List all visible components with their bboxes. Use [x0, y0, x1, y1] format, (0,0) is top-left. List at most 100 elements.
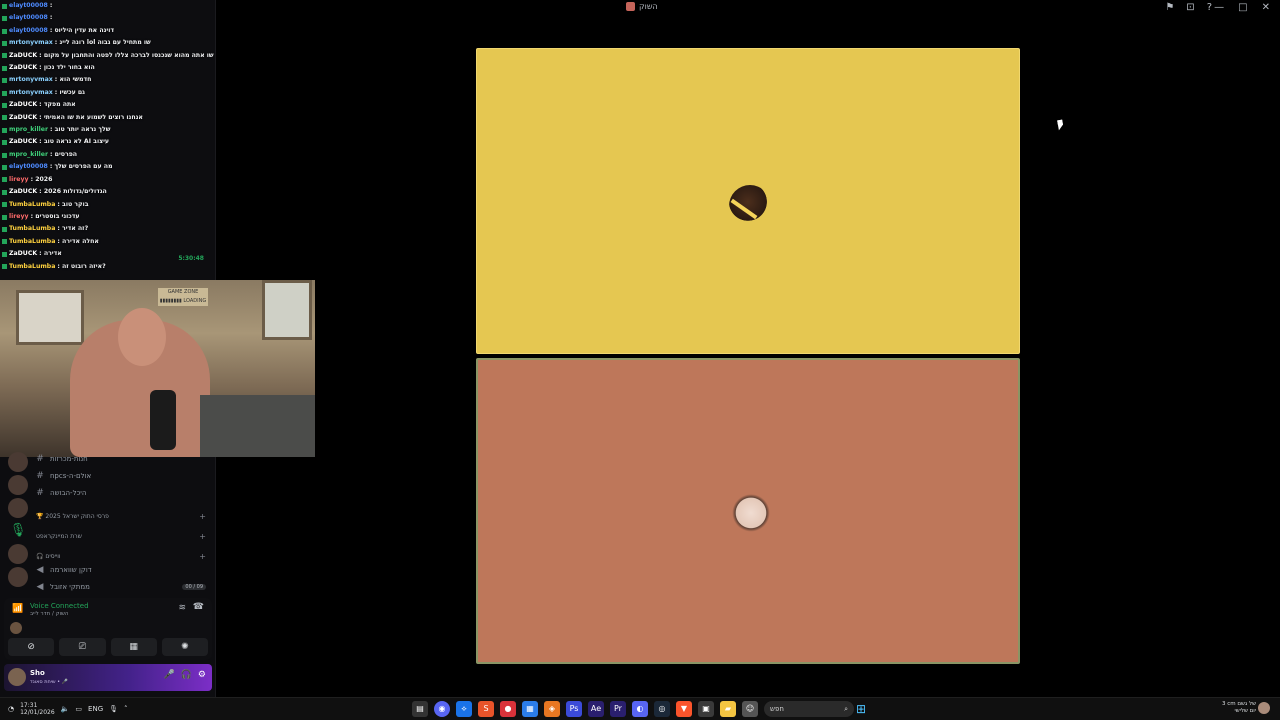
- soundboard-button[interactable]: ✺: [161, 638, 208, 656]
- avatar[interactable]: [8, 668, 26, 686]
- category-header[interactable]: שרת המיינקראפט +: [36, 530, 206, 542]
- disconnect-icon[interactable]: ☎: [193, 602, 204, 612]
- chat-username[interactable]: mrtonyvmax: [9, 87, 53, 99]
- avatar-app-icon[interactable]: ☺: [742, 701, 758, 717]
- language-indicator[interactable]: ENG: [88, 705, 103, 713]
- chat-message: ZaDUCK: שו אתה מהוא שנכנסו לברכה צללו לפ…: [2, 50, 214, 62]
- deafen-icon[interactable]: 🎧: [181, 670, 192, 680]
- taskbar-search[interactable]: חפש ⌕: [764, 701, 854, 717]
- premiere-icon[interactable]: Pr: [610, 701, 626, 717]
- search-input[interactable]: חפש: [770, 705, 784, 713]
- microphone-icon[interactable]: 🎙: [8, 521, 28, 541]
- brave-icon[interactable]: ▼: [676, 701, 692, 717]
- minimize-button[interactable]: —: [1214, 2, 1224, 13]
- taskview-icon[interactable]: ▤: [412, 701, 428, 717]
- server-icon[interactable]: [8, 498, 28, 518]
- wifi-icon[interactable]: ◔: [8, 705, 14, 713]
- help-icon[interactable]: ?: [1207, 2, 1212, 13]
- chat-badge-icon: [2, 3, 7, 9]
- weather-icon[interactable]: [1258, 702, 1270, 714]
- chat-username[interactable]: elayt00008: [9, 161, 48, 173]
- server-icon[interactable]: [8, 452, 28, 472]
- chat-username[interactable]: ZaDUCK: [9, 248, 37, 260]
- voice-status[interactable]: Voice Connected: [30, 602, 89, 610]
- add-channel-icon[interactable]: +: [199, 552, 206, 561]
- camera-off-button[interactable]: ⊘: [8, 638, 55, 656]
- signal-icon[interactable]: 📶: [12, 604, 23, 614]
- server-icon[interactable]: [8, 544, 28, 564]
- chat-message: TumbaLumba: זה אדיר?: [2, 223, 214, 235]
- microphone-icon[interactable]: 🎙: [109, 705, 118, 713]
- chat-username[interactable]: TumbaLumba: [9, 261, 55, 273]
- chat-username[interactable]: mrtonyvmax: [9, 37, 53, 49]
- chat-username[interactable]: ZaDUCK: [9, 112, 37, 124]
- volume-icon[interactable]: 🔈: [61, 705, 70, 713]
- chevron-up-icon[interactable]: ˄: [124, 705, 128, 713]
- chat-username[interactable]: TumbaLumba: [9, 199, 55, 211]
- chat-username[interactable]: ZaDUCK: [9, 99, 37, 111]
- voice-channel-item[interactable]: ◀ דוקן שווארמה: [36, 564, 206, 576]
- discord-app-icon[interactable]: ◐: [632, 701, 648, 717]
- bottom-game-panel[interactable]: [476, 358, 1020, 664]
- windows-start-icon[interactable]: ⊞: [853, 701, 869, 717]
- maximize-button[interactable]: □: [1238, 2, 1247, 13]
- webcam-window-right: [262, 280, 312, 340]
- notes-icon[interactable]: ▦: [522, 701, 538, 717]
- record-icon[interactable]: ●: [500, 701, 516, 717]
- clock[interactable]: 17:31 12/01/2026: [20, 702, 55, 716]
- chat-username[interactable]: TumbaLumba: [9, 236, 55, 248]
- chat-username[interactable]: lireyy: [9, 174, 29, 186]
- voice-channel-name[interactable]: השוק / חדר לייב: [30, 611, 68, 617]
- screen-share-button[interactable]: ⎚: [59, 638, 106, 656]
- server-icon[interactable]: [8, 475, 28, 495]
- category-header[interactable]: 🏆 פרסי התוק ישראל 2025 +: [36, 510, 206, 522]
- chat-text: : עדכוני בוסטרים: [30, 212, 80, 220]
- photoshop-icon[interactable]: Ps: [566, 701, 582, 717]
- chat-username[interactable]: mrtonyvmax: [9, 74, 53, 86]
- blender-icon[interactable]: ◈: [544, 701, 560, 717]
- chat-text: : אחלה אדירה: [57, 237, 99, 245]
- folder-icon[interactable]: ▰: [720, 701, 736, 717]
- channel-item[interactable]: # npcs-אולם-ה: [36, 470, 206, 482]
- aftereffects-icon[interactable]: Ae: [588, 701, 604, 717]
- chat-username[interactable]: elayt00008: [9, 25, 48, 37]
- noise-suppression-icon[interactable]: ≋: [178, 603, 186, 613]
- display-icon[interactable]: ▭: [75, 705, 82, 713]
- channel-item[interactable]: # חנות-מכרזות: [36, 453, 206, 465]
- weather-widget[interactable]: 3 cm של גשם יום שלישי: [1222, 701, 1256, 715]
- activities-button[interactable]: ▦: [110, 638, 157, 656]
- chat-username[interactable]: ZaDUCK: [9, 50, 37, 62]
- top-game-panel[interactable]: [476, 48, 1020, 354]
- character-sprite-girl[interactable]: [730, 494, 772, 536]
- add-channel-icon[interactable]: +: [199, 512, 206, 521]
- settings-gear-icon[interactable]: ⚙: [198, 670, 206, 680]
- game-area: [476, 48, 1020, 664]
- vscode-icon[interactable]: ⟡: [456, 701, 472, 717]
- chat-text: :: [49, 14, 53, 22]
- chat-username[interactable]: elayt00008: [9, 0, 48, 12]
- inbox-icon[interactable]: ⊡: [1186, 2, 1194, 13]
- character-sprite-sword[interactable]: [729, 185, 771, 227]
- flag-icon[interactable]: ⚑: [1165, 2, 1174, 13]
- steam-icon[interactable]: ◎: [654, 701, 670, 717]
- voice-channel-item[interactable]: ◀ ממתקי אזובל 00 / 09: [36, 581, 206, 593]
- chat-username[interactable]: ZaDUCK: [9, 62, 37, 74]
- category-header[interactable]: 🎧 ווייסים +: [36, 550, 206, 562]
- chat-text: : אדירה: [39, 250, 62, 258]
- chat-username[interactable]: mpro_killer: [9, 149, 48, 161]
- chat-username[interactable]: lireyy: [9, 211, 29, 223]
- add-channel-icon[interactable]: +: [199, 532, 206, 541]
- close-button[interactable]: ✕: [1262, 2, 1270, 13]
- chat-username[interactable]: TumbaLumba: [9, 223, 55, 235]
- channel-item[interactable]: # היכל-הבושה: [36, 487, 206, 499]
- sublime-icon[interactable]: S: [478, 701, 494, 717]
- mute-mic-icon[interactable]: 🎤: [163, 670, 174, 680]
- chat-username[interactable]: ZaDUCK: [9, 136, 37, 148]
- chat-username[interactable]: mpro_killer: [9, 124, 48, 136]
- chat-username[interactable]: elayt00008: [9, 12, 48, 24]
- chat-username[interactable]: ZaDUCK: [9, 186, 37, 198]
- calendar-icon[interactable]: ▣: [698, 701, 714, 717]
- chat-badge-icon: [2, 40, 7, 46]
- server-icon[interactable]: [8, 567, 28, 587]
- discord-icon[interactable]: ◉: [434, 701, 450, 717]
